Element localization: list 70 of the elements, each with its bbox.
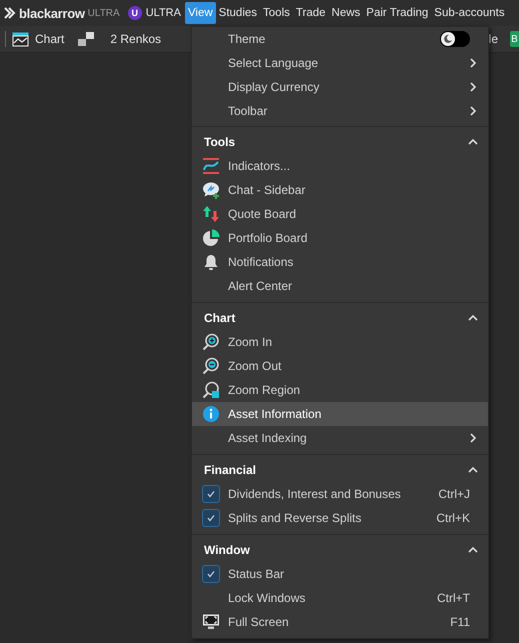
theme-toggle[interactable]: [440, 31, 470, 47]
logo-subtitle: ULTRA: [88, 8, 120, 18]
shortcut-text: Ctrl+K: [436, 511, 470, 525]
checkbox[interactable]: [202, 509, 220, 527]
info-icon: [202, 405, 220, 423]
menu-item[interactable]: Quote Board: [192, 202, 488, 226]
menu-item[interactable]: Portfolio Board: [192, 226, 488, 250]
menu-item[interactable]: Zoom Region: [192, 378, 488, 402]
section-title: Tools: [204, 135, 236, 149]
pie-chart-icon: [202, 229, 220, 247]
chevron-right-icon: [468, 82, 478, 92]
menu-item[interactable]: Full Screen F11: [192, 610, 488, 634]
menu-item[interactable]: Chat - Sidebar: [192, 178, 488, 202]
chat-icon: [202, 181, 220, 199]
collapse-icon[interactable]: [468, 137, 478, 147]
chevron-right-icon: [468, 106, 478, 116]
menu-item[interactable]: Alert Center: [192, 274, 488, 298]
menu-item[interactable]: Notifications: [192, 250, 488, 274]
menu-item[interactable]: Asset Indexing: [192, 426, 488, 450]
menu-item[interactable]: Splits and Reverse Splits Ctrl+K: [192, 506, 488, 530]
menu-tab[interactable]: News: [328, 2, 364, 24]
menu-item[interactable]: Asset Information: [192, 402, 488, 426]
checkmark-icon: [206, 569, 216, 579]
checkbox[interactable]: [202, 485, 220, 503]
plan-badge: U: [128, 6, 142, 20]
section-title: Financial: [204, 463, 258, 477]
shortcut-text: Ctrl+J: [438, 487, 470, 501]
section-title: Chart: [204, 311, 236, 325]
line-chart-icon[interactable]: [12, 32, 29, 46]
menu-tab[interactable]: Trade: [292, 2, 329, 24]
menu-tab[interactable]: Pair Trading: [363, 2, 432, 24]
menu-item[interactable]: Dividends, Interest and Bonuses Ctrl+J: [192, 482, 488, 506]
renko-icon[interactable]: [78, 32, 94, 46]
chevron-right-icon: [468, 433, 478, 443]
zoom-region-icon: [202, 381, 220, 399]
menu-tab[interactable]: Sub-accounts: [431, 2, 508, 24]
renko-label[interactable]: 2 Renkos: [110, 32, 162, 46]
collapse-icon[interactable]: [468, 465, 478, 475]
menu-item[interactable]: Toolbar: [192, 99, 488, 123]
toolbar-text: le: [488, 32, 498, 46]
line-chart-icon: [202, 157, 220, 175]
menu-item[interactable]: Theme: [192, 27, 488, 51]
shortcut-text: F11: [450, 615, 470, 629]
section-title: Window: [204, 543, 251, 557]
menu-item[interactable]: Zoom Out: [192, 354, 488, 378]
checkbox[interactable]: [202, 565, 220, 583]
chevron-right-icon: [468, 58, 478, 68]
bell-icon: [202, 253, 220, 271]
menu-item[interactable]: Display Currency: [192, 75, 488, 99]
menu-item[interactable]: Status Bar: [192, 562, 488, 586]
logo-icon: [4, 7, 16, 19]
menu-item[interactable]: Indicators...: [192, 154, 488, 178]
plan-label: ULTRA: [146, 7, 181, 19]
monitor-icon: [202, 613, 220, 631]
zoom-in-icon: [202, 333, 220, 351]
zoom-out-icon: [202, 357, 220, 375]
checkmark-icon: [206, 513, 216, 523]
menu-tab[interactable]: Studies: [216, 2, 260, 24]
up-down-arrows-icon: [202, 205, 220, 223]
chart-label[interactable]: Chart: [35, 32, 64, 46]
menu-item[interactable]: Zoom In: [192, 330, 488, 354]
menu-item[interactable]: Select Language: [192, 51, 488, 75]
menu-item[interactable]: Lock Windows Ctrl+T: [192, 586, 488, 610]
shortcut-text: Ctrl+T: [437, 591, 470, 605]
collapse-icon[interactable]: [468, 313, 478, 323]
logo-text: blackarrow: [19, 6, 85, 20]
toolbar-button[interactable]: B: [510, 31, 519, 47]
collapse-icon[interactable]: [468, 545, 478, 555]
checkmark-icon: [206, 489, 216, 499]
menu-tab[interactable]: Tools: [260, 2, 293, 24]
